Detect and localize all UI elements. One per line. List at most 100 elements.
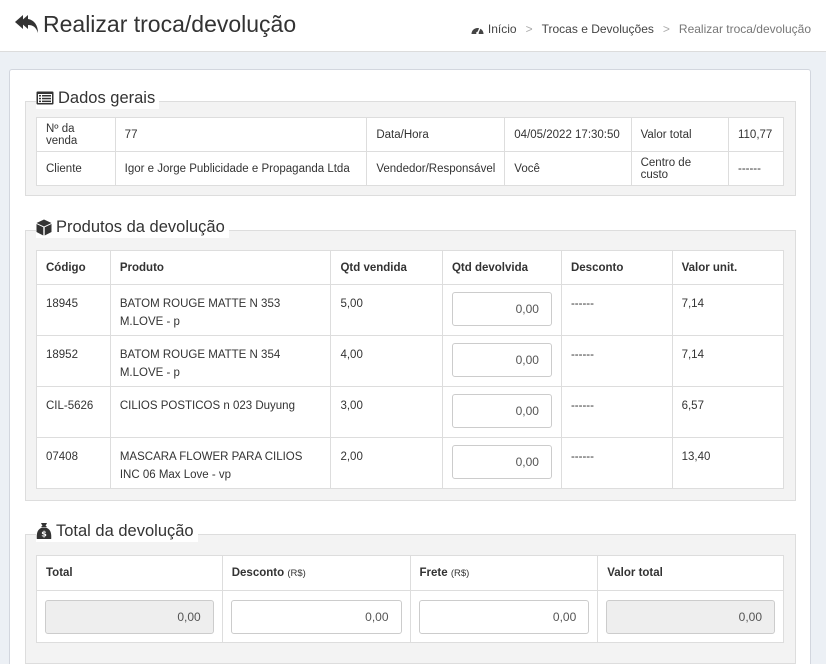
col-frete-label: Frete — [419, 567, 448, 579]
qtd-devolvida-input[interactable] — [451, 445, 552, 479]
title-wrap: Realizar troca/devolução — [14, 11, 296, 38]
col-desconto: Desconto — [560, 250, 673, 285]
breadcrumb-trocas[interactable]: Trocas e Devoluções — [542, 22, 654, 36]
cell-codigo: 07408 — [36, 437, 111, 489]
qtd-devolvida-input[interactable] — [451, 292, 552, 326]
breadcrumb-separator: > — [525, 22, 533, 36]
cell-produto: MASCARA FLOWER PARA CILIOS INC 06 Max Lo… — [109, 437, 332, 489]
qtd-devolvida-input[interactable] — [451, 394, 552, 428]
page-header: Realizar troca/devolução Início > Trocas… — [0, 0, 826, 52]
cell-qtd-vendida: 5,00 — [330, 284, 443, 336]
col-qtd-vendida: Qtd vendida — [330, 250, 443, 285]
cell-codigo: 18952 — [36, 335, 111, 387]
produtos-legend: Produtos da devolução — [36, 216, 229, 238]
cell-produto: BATOM ROUGE MATTE N 353 M.LOVE - p — [109, 284, 332, 336]
frete-input[interactable] — [418, 599, 590, 634]
cell-qtd-devolvida — [441, 386, 562, 438]
table-row: 18952 BATOM ROUGE MATTE N 354 M.LOVE - p… — [36, 335, 785, 387]
col-total: Total — [36, 555, 223, 591]
total-title: Total da devolução — [56, 521, 194, 540]
cell-desconto: ------ — [560, 335, 673, 387]
dashboard-icon — [471, 24, 484, 35]
total-table: Total Desconto (R$) Frete (R$) Valor tot… — [36, 555, 784, 643]
cell-total — [36, 590, 223, 643]
cell-codigo: 18945 — [36, 284, 111, 336]
valor-total-input — [606, 599, 775, 634]
total-input — [45, 599, 214, 634]
table-row: 07408 MASCARA FLOWER PARA CILIOS INC 06 … — [36, 437, 785, 489]
value-valor-total: 110,77 — [727, 117, 785, 152]
cell-desconto: ------ — [560, 284, 673, 336]
value-vendedor: Você — [504, 151, 632, 186]
col-valor-total-label: Valor total — [607, 567, 663, 579]
table-row: Cliente Igor e Jorge Publicidade e Propa… — [36, 151, 785, 186]
value-venda: 77 — [114, 117, 368, 152]
col-desconto: Desconto (R$) — [221, 555, 411, 591]
cell-desconto: ------ — [560, 437, 673, 489]
table-row: CIL-5626 CILIOS POSTICOS n 023 Duyung 3,… — [36, 386, 785, 438]
value-centro: ------ — [727, 151, 785, 186]
label-venda: Nº da venda — [36, 117, 116, 152]
reply-all-icon[interactable] — [14, 12, 40, 38]
cell-qtd-vendida: 3,00 — [330, 386, 443, 438]
label-centro: Centro de custo — [630, 151, 729, 186]
breadcrumb-home[interactable]: Início — [488, 22, 517, 36]
col-total-label: Total — [46, 567, 73, 579]
cell-desconto — [221, 590, 411, 643]
table-row: 18945 BATOM ROUGE MATTE N 353 M.LOVE - p… — [36, 284, 785, 336]
cell-qtd-vendida: 2,00 — [330, 437, 443, 489]
cell-qtd-devolvida — [441, 284, 562, 336]
label-valor-total: Valor total — [630, 117, 729, 152]
cell-qtd-devolvida — [441, 437, 562, 489]
dados-gerais-fieldset: Dados gerais Nº da venda 77 Data/Hora 04… — [25, 87, 796, 196]
col-frete: Frete (R$) — [409, 555, 599, 591]
total-legend: $ Total da devolução — [36, 520, 198, 542]
cell-valor-unit: 13,40 — [671, 437, 785, 489]
cell-codigo: CIL-5626 — [36, 386, 111, 438]
produtos-title: Produtos da devolução — [56, 217, 225, 236]
col-desconto-unit: (R$) — [287, 568, 306, 579]
total-fieldset: $ Total da devolução Total Desconto (R$)… — [25, 520, 796, 664]
cell-qtd-devolvida — [441, 335, 562, 387]
cell-produto: CILIOS POSTICOS n 023 Duyung — [109, 386, 332, 438]
value-data: 04/05/2022 17:30:50 — [504, 117, 632, 152]
cell-valor-unit: 7,14 — [671, 335, 785, 387]
col-frete-unit: (R$) — [450, 568, 470, 579]
desconto-input[interactable] — [230, 599, 402, 634]
cell-desconto: ------ — [560, 386, 673, 438]
label-cliente: Cliente — [36, 151, 116, 186]
cell-valor-unit: 7,14 — [671, 284, 785, 336]
breadcrumb-current: Realizar troca/devolução — [678, 22, 811, 36]
list-alt-icon — [36, 91, 54, 105]
col-desconto-label: Desconto — [231, 567, 285, 579]
cell-valor-unit: 6,57 — [671, 386, 785, 438]
breadcrumb: Início > Trocas e Devoluções > Realizar … — [471, 22, 811, 36]
table-row: Nº da venda 77 Data/Hora 04/05/2022 17:3… — [36, 117, 785, 152]
cell-valor-total — [597, 590, 784, 643]
qtd-devolvida-input[interactable] — [451, 343, 552, 377]
col-produto: Produto — [109, 250, 332, 285]
table-header-row: Total Desconto (R$) Frete (R$) Valor tot… — [36, 555, 784, 591]
dados-gerais-title: Dados gerais — [58, 88, 156, 107]
cell-qtd-vendida: 4,00 — [330, 335, 443, 387]
col-qtd-devolvida: Qtd devolvida — [441, 250, 562, 285]
col-valor-total: Valor total — [597, 555, 784, 591]
main-box: Dados gerais Nº da venda 77 Data/Hora 04… — [9, 69, 811, 664]
col-valor-unit: Valor unit. — [671, 250, 785, 285]
breadcrumb-separator: > — [662, 22, 670, 36]
table-row — [36, 590, 784, 643]
label-vendedor: Vendedor/Responsável — [366, 151, 506, 186]
cell-frete — [409, 590, 599, 643]
produtos-table: Código Produto Qtd vendida Qtd devolvida… — [36, 250, 785, 489]
page-title: Realizar troca/devolução — [43, 11, 297, 37]
dados-gerais-table: Nº da venda 77 Data/Hora 04/05/2022 17:3… — [36, 117, 785, 186]
label-data: Data/Hora — [366, 117, 506, 152]
cell-produto: BATOM ROUGE MATTE N 354 M.LOVE - p — [109, 335, 332, 387]
cube-icon — [36, 219, 52, 236]
value-cliente: Igor e Jorge Publicidade e Propaganda Lt… — [114, 151, 368, 186]
dados-gerais-legend: Dados gerais — [36, 87, 160, 109]
produtos-fieldset: Produtos da devolução Código Produto Qtd… — [25, 216, 796, 501]
svg-text:$: $ — [41, 530, 47, 539]
table-header-row: Código Produto Qtd vendida Qtd devolvida… — [36, 250, 785, 285]
money-bag-icon: $ — [36, 522, 52, 540]
